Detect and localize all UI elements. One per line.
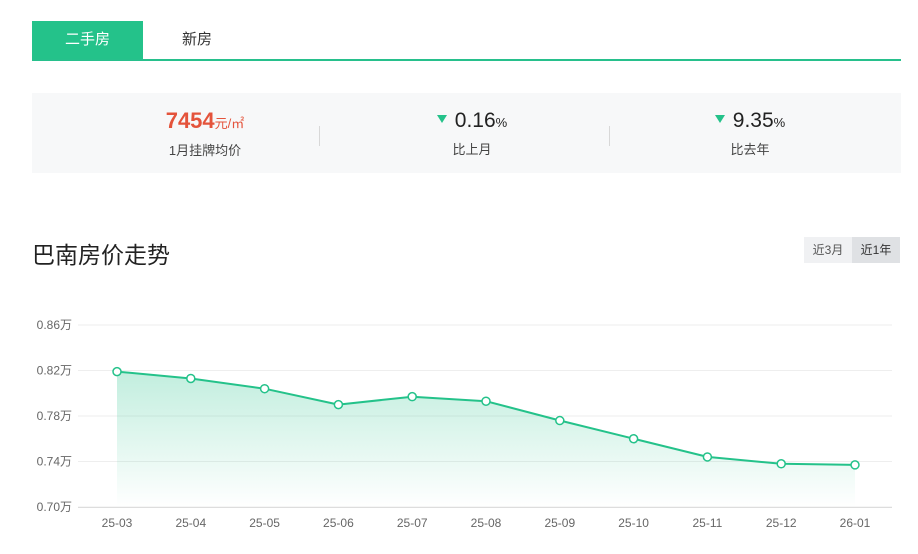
x-tick-label: 25-08 — [471, 516, 502, 530]
x-tick-label: 25-10 — [618, 516, 649, 530]
price-trend-chart: 0.70万 0.74万 0.78万 0.82万 0.86万 25-03 25-04 25-0… — [37, 318, 892, 530]
data-point — [628, 434, 639, 444]
data-point — [702, 452, 713, 462]
data-point — [333, 399, 344, 410]
y-tick-label: 0.70万 — [37, 500, 72, 514]
data-point — [555, 415, 565, 426]
x-tick-label: 25-12 — [766, 516, 797, 530]
data-point — [776, 459, 786, 469]
y-tick-label: 0.78万 — [37, 409, 72, 423]
data-point — [481, 396, 491, 406]
x-tick-label: 25-07 — [397, 516, 428, 530]
x-tick-label: 25-09 — [544, 516, 575, 530]
data-point — [850, 460, 860, 470]
area-fill — [117, 371, 855, 507]
y-tick-label: 0.86万 — [37, 318, 72, 332]
x-tick-label: 25-03 — [102, 516, 133, 530]
x-tick-label: 25-06 — [323, 516, 354, 530]
data-point — [112, 366, 122, 377]
x-tick-label: 26-01 — [840, 516, 871, 530]
y-tick-label: 0.82万 — [37, 364, 72, 378]
data-point — [186, 373, 196, 384]
data-point — [259, 383, 270, 394]
data-point — [407, 391, 417, 402]
y-tick-label: 0.74万 — [37, 455, 72, 469]
x-tick-label: 25-05 — [249, 516, 280, 530]
x-tick-label: 25-11 — [692, 516, 722, 530]
x-tick-label: 25-04 — [175, 516, 206, 530]
